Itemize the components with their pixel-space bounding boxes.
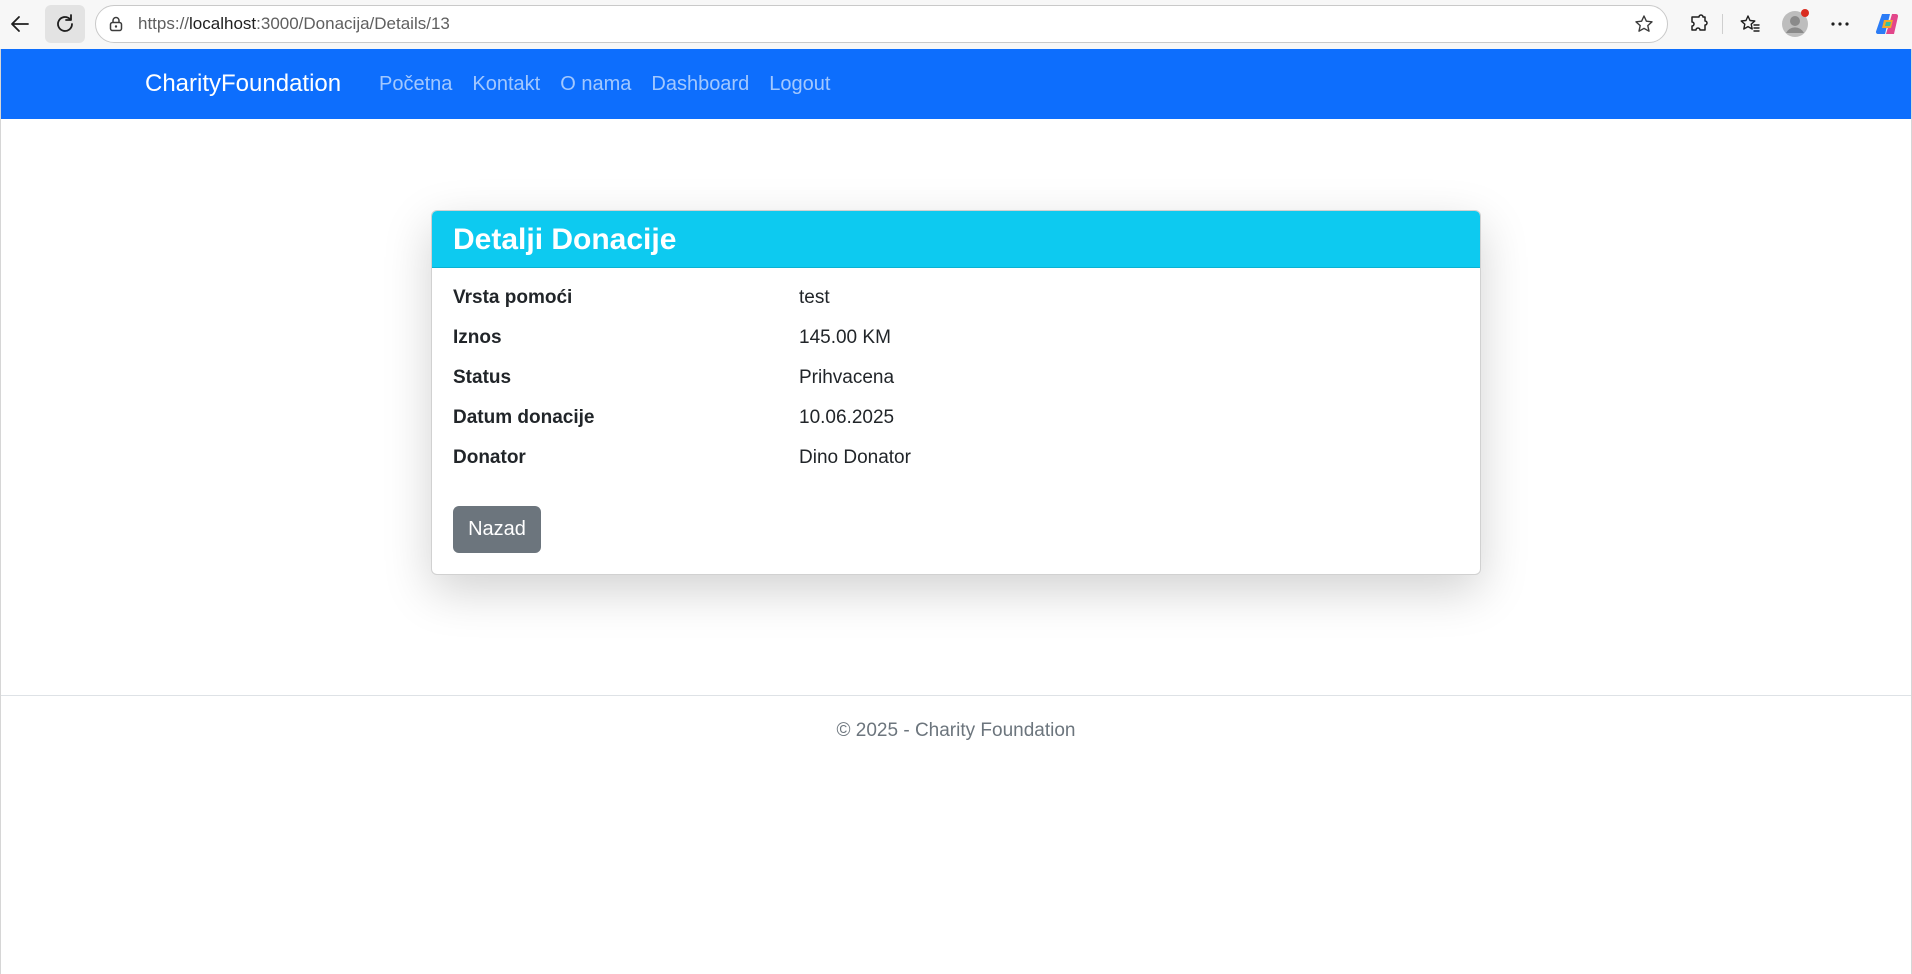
notification-dot: [1801, 9, 1809, 17]
extensions-icon[interactable]: [1684, 9, 1714, 39]
card-header: Detalji Donacije: [432, 211, 1480, 268]
nav-link-logout[interactable]: Logout: [759, 73, 840, 96]
card-title: Detalji Donacije: [453, 223, 677, 256]
footer-copyright: © 2025 - Charity Foundation: [836, 720, 1076, 741]
nav-link-pocetna[interactable]: Početna: [379, 73, 462, 96]
site-info-icon[interactable]: [106, 14, 126, 34]
detail-row-donator: Donator Dino Donator: [453, 447, 1453, 487]
detail-label: Iznos: [453, 327, 502, 348]
favorite-star-icon[interactable]: [1633, 13, 1655, 35]
donation-details-card: Detalji Donacije Vrsta pomoći test Iznos…: [431, 210, 1481, 575]
detail-row-iznos: Iznos 145.00 KM: [453, 327, 1453, 367]
browser-toolbar: https://localhost:3000/Donacija/Details/…: [0, 0, 1912, 49]
navbar: CharityFoundation Početna Kontakt O nama…: [1, 49, 1911, 119]
toolbar-divider: [1722, 14, 1723, 34]
nav-link-kontakt[interactable]: Kontakt: [462, 73, 550, 96]
detail-row-vrsta-pomoci: Vrsta pomoći test: [453, 287, 1453, 327]
address-bar[interactable]: https://localhost:3000/Donacija/Details/…: [95, 5, 1668, 43]
detail-label: Datum donacije: [453, 407, 595, 428]
detail-row-datum-donacije: Datum donacije 10.06.2025: [453, 407, 1453, 447]
detail-value: Dino Donator: [799, 447, 911, 468]
favorites-icon[interactable]: [1735, 9, 1765, 39]
footer: © 2025 - Charity Foundation: [1, 695, 1911, 755]
detail-value: Prihvacena: [799, 367, 895, 388]
navbar-brand[interactable]: CharityFoundation: [145, 49, 341, 119]
detail-value: 145.00 KM: [799, 327, 891, 348]
detail-label: Donator: [453, 447, 526, 468]
refresh-icon[interactable]: [45, 5, 85, 43]
detail-label: Status: [453, 367, 512, 388]
more-options-icon[interactable]: [1825, 9, 1855, 39]
detail-row-status: Status Prihvacena: [453, 367, 1453, 407]
page-viewport: CharityFoundation Početna Kontakt O nama…: [0, 49, 1912, 974]
details-list: Vrsta pomoći test Iznos 145.00 KM Status…: [453, 287, 1453, 487]
nav-link-dashboard[interactable]: Dashboard: [641, 73, 759, 96]
back-button[interactable]: Nazad: [453, 506, 541, 553]
nav-links: Početna Kontakt O nama Dashboard Logout: [379, 49, 840, 119]
nav-link-o-nama[interactable]: O nama: [550, 73, 641, 96]
detail-value: 10.06.2025: [799, 407, 895, 428]
detail-value: test: [799, 287, 830, 308]
back-arrow-icon[interactable]: [0, 5, 40, 43]
detail-label: Vrsta pomoći: [453, 287, 573, 308]
copilot-icon[interactable]: [1872, 9, 1902, 39]
url-text: https://localhost:3000/Donacija/Details/…: [138, 14, 450, 33]
